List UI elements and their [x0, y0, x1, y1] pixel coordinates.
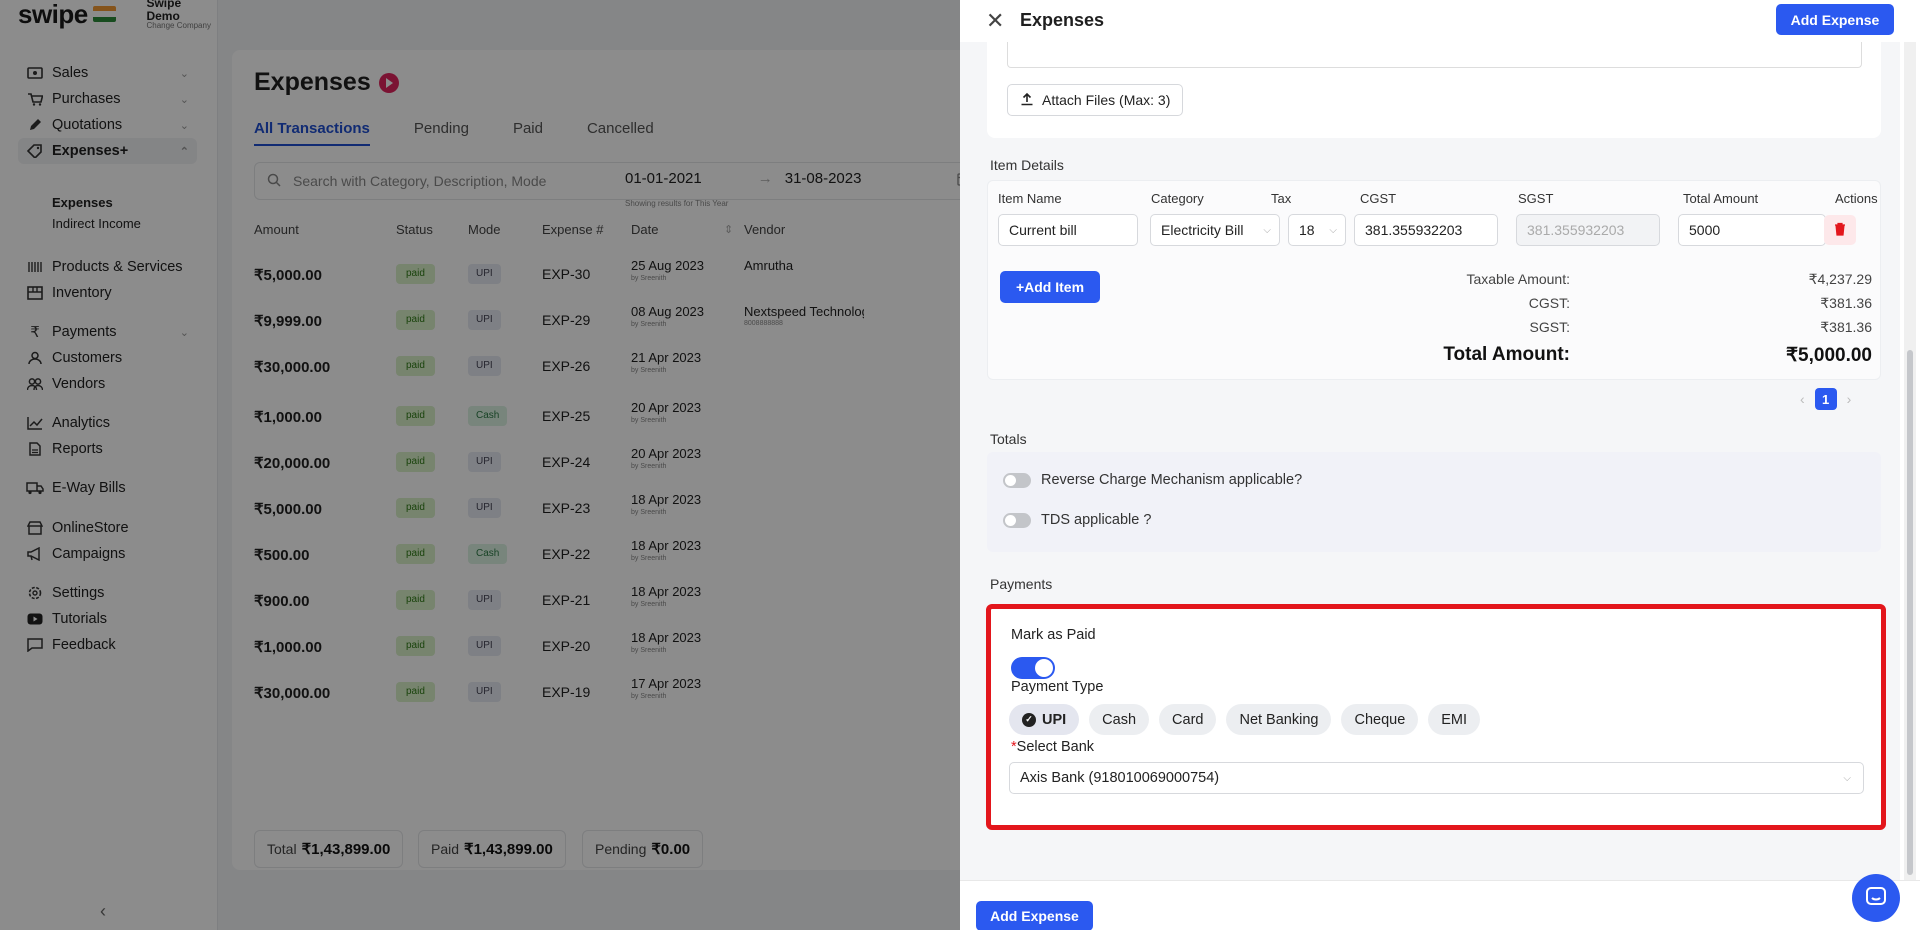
total-amount-label: Total Amount: — [1443, 344, 1570, 365]
item-details-title: Item Details — [990, 157, 1064, 173]
column-category: Category — [1151, 191, 1204, 206]
sgst-total-value: ₹381.36 — [1820, 319, 1872, 335]
prev-page-icon[interactable]: ‹ — [1800, 391, 1805, 407]
pagination: ‹ 1 › — [1800, 388, 1851, 410]
notes-card: Attach Files (Max: 3) — [987, 42, 1881, 138]
sgst-input: 381.355932203 — [1516, 214, 1660, 246]
attach-files-label: Attach Files (Max: 3) — [1042, 92, 1171, 108]
category-select[interactable]: Electricity Bill ⌵ — [1150, 214, 1280, 246]
attach-files-button[interactable]: Attach Files (Max: 3) — [1007, 84, 1184, 116]
drawer-body: Attach Files (Max: 3) Item Details Item … — [960, 42, 1900, 880]
payment-type-card[interactable]: Card — [1159, 704, 1217, 735]
add-expense-footer-button[interactable]: Add Expense — [976, 901, 1093, 930]
page-button[interactable]: 1 — [1814, 388, 1837, 410]
mark-as-paid-toggle[interactable] — [1011, 657, 1055, 679]
totals-card: Reverse Charge Mechanism applicable? TDS… — [987, 452, 1881, 552]
delete-item-button[interactable] — [1824, 215, 1856, 245]
chevron-down-icon: ⌵ — [1263, 224, 1271, 236]
column-sgst: SGST — [1518, 191, 1554, 206]
select-bank-label-text: Select Bank — [1016, 739, 1095, 755]
tds-row: TDS applicable ? — [1003, 512, 1151, 528]
drawer-scrollbar-thumb[interactable] — [1907, 350, 1913, 875]
check-circle-icon: ✓ — [1022, 712, 1036, 727]
item-details-card: Item Name Category Tax CGST SGST Total A… — [987, 180, 1881, 380]
modal-overlay[interactable] — [0, 0, 960, 930]
payment-type-cheque[interactable]: Cheque — [1341, 704, 1419, 735]
tds-label: TDS applicable ? — [1041, 512, 1152, 528]
chevron-down-icon: ⌵ — [1843, 772, 1851, 784]
cgst-total-label: CGST: — [1528, 295, 1570, 311]
taxable-amount-value: ₹4,237.29 — [1808, 271, 1872, 287]
payment-type-emi[interactable]: EMI — [1428, 704, 1481, 735]
notes-textarea[interactable] — [1007, 42, 1862, 68]
column-item-name: Item Name — [998, 191, 1062, 206]
drawer-header: ✕ Expenses Add Expense — [960, 0, 1920, 42]
payment-type-label: Payment Type — [1011, 679, 1104, 695]
select-bank-label: *Select Bank — [1011, 739, 1094, 755]
upload-icon — [1020, 92, 1034, 109]
total-amount-input[interactable]: 5000 — [1678, 214, 1826, 246]
drawer-footer: Add Expense — [960, 880, 1920, 930]
reverse-charge-label: Reverse Charge Mechanism applicable? — [1041, 472, 1303, 488]
tax-value: 18 — [1299, 222, 1315, 238]
totals-title: Totals — [990, 431, 1027, 447]
cgst-total-value: ₹381.36 — [1820, 295, 1872, 311]
column-actions: Actions — [1835, 191, 1878, 206]
drawer-title: Expenses — [1020, 10, 1105, 30]
chat-icon — [1865, 886, 1887, 911]
column-total-amount: Total Amount — [1683, 191, 1759, 206]
total-amount-value: ₹5,000.00 — [1785, 345, 1872, 366]
tds-toggle[interactable] — [1003, 512, 1031, 528]
category-value: Electricity Bill — [1161, 222, 1244, 238]
reverse-charge-toggle[interactable] — [1003, 472, 1031, 488]
tax-select[interactable]: 18 ⌵ — [1288, 214, 1346, 246]
add-expense-drawer: ✕ Expenses Add Expense Attach Files (Max… — [960, 0, 1920, 930]
next-page-icon[interactable]: › — [1847, 391, 1852, 407]
add-item-button[interactable]: +Add Item — [1000, 271, 1100, 303]
payment-type-cash[interactable]: Cash — [1089, 704, 1150, 735]
bank-select-value: Axis Bank (918010069000754) — [1020, 770, 1220, 786]
chevron-down-icon: ⌵ — [1329, 224, 1337, 236]
chat-support-button[interactable] — [1852, 874, 1900, 922]
add-expense-header-button[interactable]: Add Expense — [1776, 4, 1894, 35]
mark-as-paid-label: Mark as Paid — [1011, 627, 1096, 643]
reverse-charge-row: Reverse Charge Mechanism applicable? — [1003, 472, 1302, 488]
cgst-input[interactable]: 381.355932203 — [1354, 214, 1498, 246]
payments-card: Mark as Paid Payment Type ✓ UPI Cash Card… — [986, 604, 1886, 830]
payment-type-net-banking[interactable]: Net Banking — [1226, 704, 1332, 735]
column-cgst: CGST — [1360, 191, 1397, 206]
close-icon[interactable]: ✕ — [986, 8, 1004, 34]
payments-title: Payments — [990, 576, 1053, 592]
bank-select[interactable]: Axis Bank (918010069000754) ⌵ — [1009, 762, 1864, 794]
payment-type-options: ✓ UPI Cash Card Net Banking Cheque EMI — [1009, 704, 1481, 735]
trash-icon — [1834, 222, 1846, 239]
item-name-input[interactable]: Current bill — [998, 214, 1138, 246]
column-tax: Tax — [1271, 191, 1292, 206]
payment-type-upi[interactable]: ✓ UPI — [1009, 704, 1080, 735]
sgst-total-label: SGST: — [1529, 319, 1570, 335]
payment-type-label-upi: UPI — [1042, 711, 1067, 728]
taxable-amount-label: Taxable Amount: — [1466, 271, 1570, 287]
